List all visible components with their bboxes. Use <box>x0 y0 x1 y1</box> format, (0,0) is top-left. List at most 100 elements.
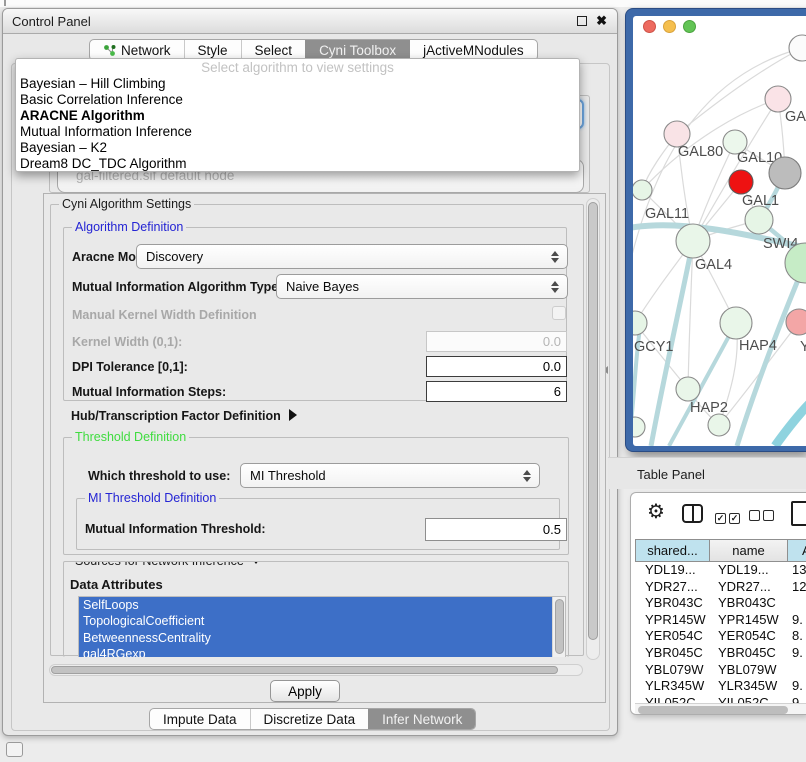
table-cell: 9. <box>788 645 806 662</box>
select-all-icon[interactable]: ✓✓ <box>715 508 743 526</box>
network-node[interactable] <box>676 377 700 401</box>
aracne-mode-combo[interactable]: Discovery <box>136 244 568 269</box>
algorithm-option-aracne[interactable]: ARACNE Algorithm <box>16 108 579 124</box>
expand-right-icon <box>289 409 297 421</box>
attribute-item[interactable]: gal4RGexp <box>79 646 552 657</box>
network-canvas[interactable]: GALGAL80GAL10GAL1GAL11SWI4GAL4GCY1HAP4YH… <box>633 16 806 446</box>
float-window-icon[interactable] <box>577 16 587 26</box>
scrollbar-thumb[interactable] <box>51 666 558 674</box>
algorithm-option[interactable]: Bayesian – K2 <box>16 140 579 156</box>
attribute-item[interactable]: SelfLoops <box>79 597 552 613</box>
table-cell: YBR043C <box>710 595 788 612</box>
cyni-settings-container: Cyni Algorithm Settings Algorithm Defini… <box>43 193 606 703</box>
table-row[interactable]: YLR345WYLR345W9. <box>635 678 806 695</box>
split-view-icon[interactable] <box>682 504 703 523</box>
settings-vertical-scrollbar[interactable] <box>586 198 600 660</box>
table-row[interactable]: YBR045CYBR045C9. <box>635 645 806 662</box>
table-cell: YIL052C <box>710 695 788 703</box>
table-cell: 8. <box>788 628 806 645</box>
data-attributes-label: Data Attributes <box>70 577 163 592</box>
table-row[interactable]: YBL079WYBL079W <box>635 662 806 679</box>
mi-threshold-group: MI Threshold Definition Mutual Informati… <box>76 498 560 550</box>
kernel-width-field[interactable]: 0.0 <box>426 331 567 352</box>
table-row[interactable]: YBR043CYBR043C <box>635 595 806 612</box>
column-header-shared-name[interactable]: shared... <box>635 539 710 562</box>
mi-threshold-field[interactable]: 0.5 <box>425 518 567 541</box>
tab-jactivemnodules[interactable]: jActiveMNodules <box>409 40 537 60</box>
network-node[interactable] <box>633 311 647 335</box>
table-row[interactable]: YER054CYER054C8. <box>635 628 806 645</box>
group-title: Threshold Definition <box>72 430 189 444</box>
network-node[interactable] <box>745 206 773 234</box>
scrollbar-thumb[interactable] <box>555 599 564 654</box>
algorithm-option[interactable]: Dream8 DC_TDC Algorithm <box>16 156 579 172</box>
network-node[interactable] <box>786 309 806 335</box>
deselect-all-icon[interactable] <box>749 508 777 526</box>
table-cell: YPR145W <box>710 612 788 629</box>
attribute-item[interactable]: BetweennessCentrality <box>79 630 552 646</box>
node-label: HAP4 <box>739 338 777 354</box>
which-threshold-combo[interactable]: MI Threshold <box>240 463 540 488</box>
table-icon[interactable] <box>791 501 806 526</box>
hub-definition-expander[interactable]: Hub/Transcription Factor Definition <box>71 407 297 425</box>
mi-type-combo[interactable]: Naive Bayes <box>276 274 568 299</box>
scrollbar-thumb[interactable] <box>588 202 598 640</box>
table-row[interactable]: YDL19...YDL19...13 <box>635 562 806 579</box>
control-panel-titlebar: Control Panel ✖ <box>3 9 617 34</box>
network-node[interactable] <box>633 180 652 200</box>
table-cell: 9. <box>788 612 806 629</box>
network-node[interactable] <box>769 157 801 189</box>
network-node[interactable] <box>729 170 753 194</box>
network-node[interactable] <box>789 35 806 61</box>
apply-button[interactable]: Apply <box>270 680 340 702</box>
sources-expander[interactable]: Sources for Network Inference <box>72 561 265 568</box>
tab-style[interactable]: Style <box>184 40 241 60</box>
algorithm-option[interactable]: Bayesian – Hill Climbing <box>16 76 579 92</box>
tab-select[interactable]: Select <box>241 40 306 60</box>
mi-type-label: Mutual Information Algorithm Type: <box>72 280 282 294</box>
close-traffic-light[interactable] <box>643 20 656 33</box>
which-threshold-value: MI Threshold <box>250 464 326 488</box>
tab-cyni-toolbox[interactable]: Cyni Toolbox <box>305 40 409 60</box>
table-cell: 9 <box>788 695 806 703</box>
table-cell: YDR27... <box>635 579 710 596</box>
network-node[interactable] <box>708 414 730 436</box>
tab-impute-data[interactable]: Impute Data <box>150 709 250 729</box>
node-label: GAL4 <box>695 257 732 273</box>
attribute-item[interactable]: TopologicalCoefficient <box>79 613 552 629</box>
zoom-traffic-light[interactable] <box>683 20 696 33</box>
network-node[interactable] <box>676 224 710 258</box>
table-panel-header: Table Panel <box>608 457 806 489</box>
network-node[interactable] <box>720 307 752 339</box>
table-row[interactable]: YPR145WYPR145W9. <box>635 612 806 629</box>
table-row[interactable]: YIL052CYIL052C9 <box>635 695 806 703</box>
cyni-algorithm-settings-group: Cyni Algorithm Settings Algorithm Defini… <box>50 204 584 656</box>
node-label: GAL1 <box>742 193 779 209</box>
dpi-tolerance-label: DPI Tolerance [0,1]: <box>72 360 188 374</box>
settings-horizontal-scrollbar[interactable] <box>49 664 583 676</box>
table-panel-window: ⚙ ✓✓ shared... name A YDL19...YDL19...13… <box>630 492 806 715</box>
gear-icon[interactable]: ⚙ <box>647 501 665 523</box>
manual-kernel-checkbox[interactable] <box>552 306 566 320</box>
mi-steps-field[interactable]: 6 <box>426 381 567 402</box>
collapsed-panel-icon[interactable] <box>6 742 23 757</box>
column-header-partial[interactable]: A <box>788 539 806 562</box>
table-row[interactable]: YDR27...YDR27...12 <box>635 579 806 596</box>
close-icon[interactable]: ✖ <box>596 13 607 29</box>
tab-discretize-data[interactable]: Discretize Data <box>250 709 369 729</box>
table-cell: YLR345W <box>710 678 788 695</box>
scrollbar-thumb[interactable] <box>638 706 788 714</box>
algorithm-option[interactable]: Mutual Information Inference <box>16 124 579 140</box>
network-node[interactable] <box>633 417 645 437</box>
tab-infer-network[interactable]: Infer Network <box>368 709 475 729</box>
column-header-name[interactable]: name <box>710 539 788 562</box>
tab-network[interactable]: Network <box>90 40 184 60</box>
dpi-tolerance-field[interactable]: 0.0 <box>426 356 567 377</box>
algorithm-option[interactable]: Basic Correlation Inference <box>16 92 579 108</box>
table-cell: 13 <box>788 562 806 579</box>
table-horizontal-scrollbar[interactable] <box>635 703 806 714</box>
screen: Control Panel ✖ Network Style Select Cyn… <box>0 0 806 762</box>
mi-type-value: Naive Bayes <box>286 275 359 299</box>
minimize-traffic-light[interactable] <box>663 20 676 33</box>
list-scrollbar[interactable] <box>552 597 565 657</box>
